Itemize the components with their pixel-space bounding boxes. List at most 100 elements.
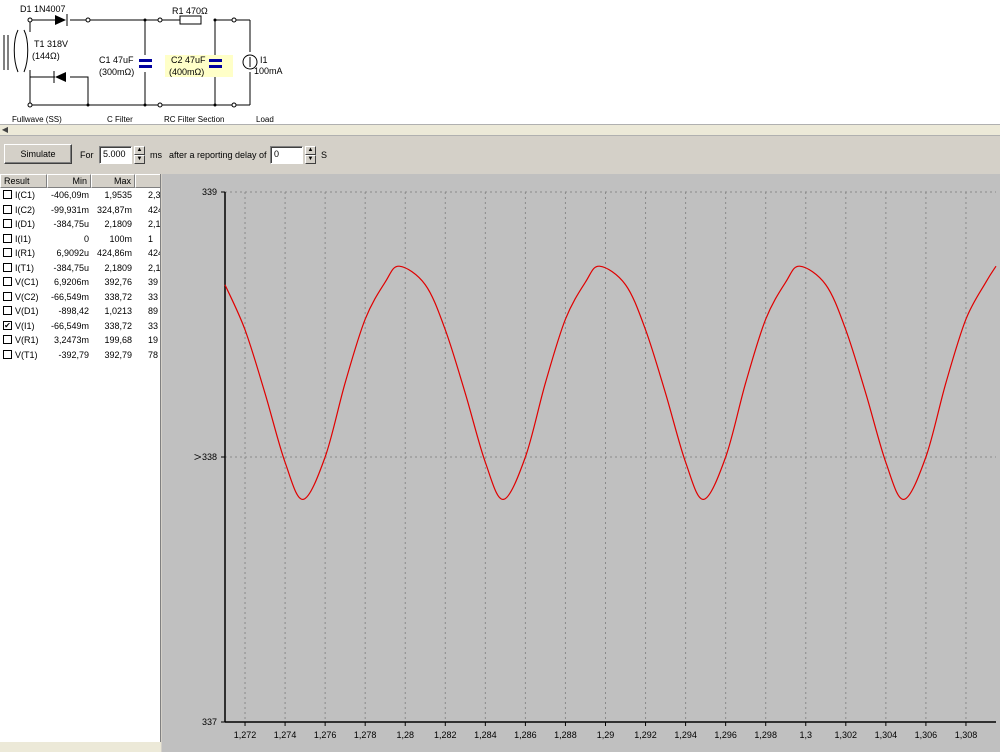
section-load-label: Load — [256, 115, 274, 124]
x-tick-label: 1,272 — [234, 730, 257, 740]
delay-input[interactable]: 0 — [270, 146, 303, 164]
result-row[interactable]: V(C1) 6,9206m 392,76 39 — [0, 275, 160, 289]
result-checkbox[interactable] — [3, 190, 12, 199]
result-row[interactable]: I(I1) 0 100m 1 — [0, 232, 160, 246]
result-checkbox[interactable] — [3, 233, 12, 243]
result-name: V(C2) — [15, 291, 39, 302]
result-checkbox[interactable] — [3, 306, 12, 315]
result-checkbox[interactable]: ✔ — [3, 320, 12, 330]
result-checkbox[interactable] — [3, 204, 12, 214]
x-tick-label: 1,302 — [835, 730, 858, 740]
x-tick-label: 1,29 — [597, 730, 615, 740]
scroll-left-arrow-icon[interactable]: ◀ — [0, 125, 10, 135]
x-tick-label: 1,292 — [634, 730, 657, 740]
result-extra: 39 — [148, 277, 159, 287]
result-max: 1,9535 — [104, 190, 132, 200]
result-row[interactable]: I(T1) -384,75u 2,1809 2,1 — [0, 261, 160, 275]
result-checkbox[interactable] — [3, 277, 12, 286]
result-min: -99,931m — [50, 204, 89, 215]
schematic-horizontal-scrollbar[interactable]: ◀ — [0, 124, 1000, 136]
x-tick-label: 1,308 — [955, 730, 978, 740]
chart-svg: 1,272 1,274 1,276 1,278 1,28 1,282 1,284 1,286 1… — [193, 187, 997, 740]
simulation-toolbar: Simulate For 5.000 ▲ ▼ ms after a reporti… — [0, 136, 1000, 174]
waveform-plot[interactable]: 1,272 1,274 1,276 1,278 1,28 1,282 1,284 1,286 1… — [162, 174, 1000, 752]
spin-down-icon[interactable]: ▼ — [305, 155, 316, 164]
x-tick-label: 1,286 — [514, 730, 537, 740]
x-tick-label: 1,28 — [396, 730, 414, 740]
result-checkbox[interactable] — [3, 262, 12, 272]
duration-unit: ms — [150, 150, 162, 160]
x-tick-label: 1,296 — [714, 730, 737, 740]
result-checkbox[interactable] — [3, 248, 12, 257]
result-checkbox[interactable] — [3, 349, 12, 359]
y-tick-label: 337 — [202, 717, 217, 727]
spin-down-icon[interactable]: ▼ — [134, 155, 145, 164]
result-row[interactable]: V(C2) -66,549m 338,72 33 — [0, 290, 160, 304]
result-min: -392,79 — [58, 349, 89, 360]
i1-value: 100mA — [254, 66, 283, 76]
result-max: 392,76 — [104, 277, 132, 287]
result-extra: 89 — [148, 306, 159, 316]
result-extra: 78 — [148, 349, 159, 360]
result-max: 338,72 — [104, 320, 132, 331]
spin-up-icon[interactable]: ▲ — [134, 146, 145, 155]
result-min: -66,549m — [50, 291, 89, 302]
result-name: I(D1) — [15, 219, 35, 229]
result-name: V(I1) — [15, 320, 35, 331]
t1-label: T1 318V — [34, 39, 68, 49]
result-max: 100m — [109, 233, 132, 244]
x-tick-label: 1,278 — [354, 730, 377, 740]
results-horizontal-scrollbar[interactable] — [0, 742, 161, 752]
result-min: 6,9206m — [53, 277, 89, 287]
x-tick-label: 1,306 — [915, 730, 938, 740]
t1-resistance: (144Ω) — [32, 51, 60, 61]
result-row[interactable]: I(R1) 6,9092u 424,86m 424, — [0, 246, 160, 260]
duration-spinner[interactable]: ▲ ▼ — [134, 146, 145, 164]
result-max: 2,1809 — [104, 219, 132, 229]
result-row[interactable]: V(D1) -898,42 1,0213 89 — [0, 304, 160, 318]
section-cfilter-label: C Filter — [107, 115, 133, 124]
section-rcfilter-label: RC Filter Section — [164, 115, 224, 124]
result-checkbox[interactable] — [3, 335, 12, 344]
result-row[interactable]: V(R1) 3,2473m 199,68 19 — [0, 333, 160, 347]
result-name: I(R1) — [15, 248, 35, 258]
result-min: 0 — [83, 233, 89, 244]
result-extra: 33 — [148, 320, 159, 331]
i1-label: I1 — [260, 55, 268, 65]
x-tick-label: 1,276 — [314, 730, 337, 740]
result-name: I(C2) — [15, 204, 35, 215]
x-tick-label: 1,288 — [554, 730, 577, 740]
for-label: For — [80, 150, 94, 160]
result-min: 3,2473m — [53, 335, 89, 345]
header-result[interactable]: Result — [0, 174, 47, 188]
header-extra — [135, 174, 160, 188]
header-min[interactable]: Min — [47, 174, 91, 188]
x-tick-label: 1,298 — [754, 730, 777, 740]
result-max: 424,86m — [96, 248, 132, 258]
result-extra: 19 — [148, 335, 159, 345]
result-row[interactable]: I(C1) -406,09m 1,9535 2,3 — [0, 188, 160, 202]
y-axis-label: V — [193, 454, 203, 460]
result-row[interactable]: V(T1) -392,79 392,79 78 — [0, 348, 160, 362]
header-max[interactable]: Max — [91, 174, 135, 188]
result-row[interactable]: I(C2) -99,931m 324,87m 424, — [0, 203, 160, 217]
simulate-button[interactable]: Simulate — [4, 144, 72, 164]
result-max: 324,87m — [96, 204, 132, 215]
section-fullwave-label: Fullwave (SS) — [12, 115, 62, 124]
duration-input[interactable]: 5.000 — [99, 146, 132, 164]
result-name: I(T1) — [15, 262, 34, 273]
delay-unit: S — [321, 150, 328, 160]
result-min: -384,75u — [53, 262, 89, 273]
delay-label: after a reporting delay of — [169, 150, 267, 160]
spin-up-icon[interactable]: ▲ — [305, 146, 316, 155]
x-tick-label: 1,294 — [674, 730, 697, 740]
result-row[interactable]: ✔ V(I1) -66,549m 338,72 33 — [0, 319, 160, 333]
result-checkbox[interactable] — [3, 291, 12, 301]
result-name: V(C1) — [15, 277, 39, 287]
result-row[interactable]: I(D1) -384,75u 2,1809 2,1 — [0, 217, 160, 231]
result-extra: 1 — [148, 233, 154, 244]
result-name: I(I1) — [15, 233, 32, 244]
result-checkbox[interactable] — [3, 219, 12, 228]
delay-spinner[interactable]: ▲ ▼ — [305, 146, 316, 164]
c2-label: C2 47uF — [171, 55, 206, 65]
